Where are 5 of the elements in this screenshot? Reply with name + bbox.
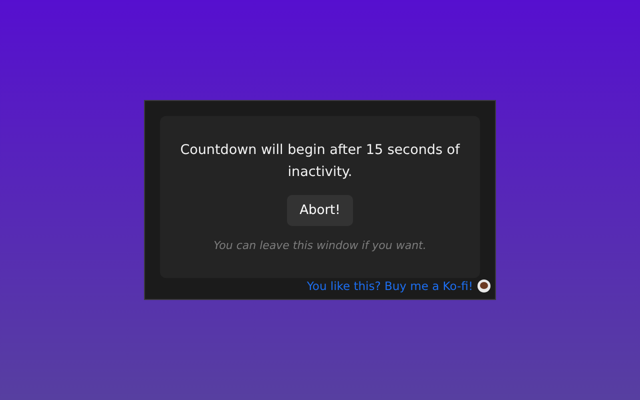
hint-text: You can leave this window if you want.: [214, 238, 426, 254]
countdown-message: Countdown will begin after 15 seconds of inactivity.: [179, 140, 461, 182]
kofi-link[interactable]: You like this? Buy me a Ko-fi!: [306, 278, 473, 295]
abort-button[interactable]: Abort!: [286, 194, 354, 226]
coffee-cup-icon: [477, 279, 491, 294]
